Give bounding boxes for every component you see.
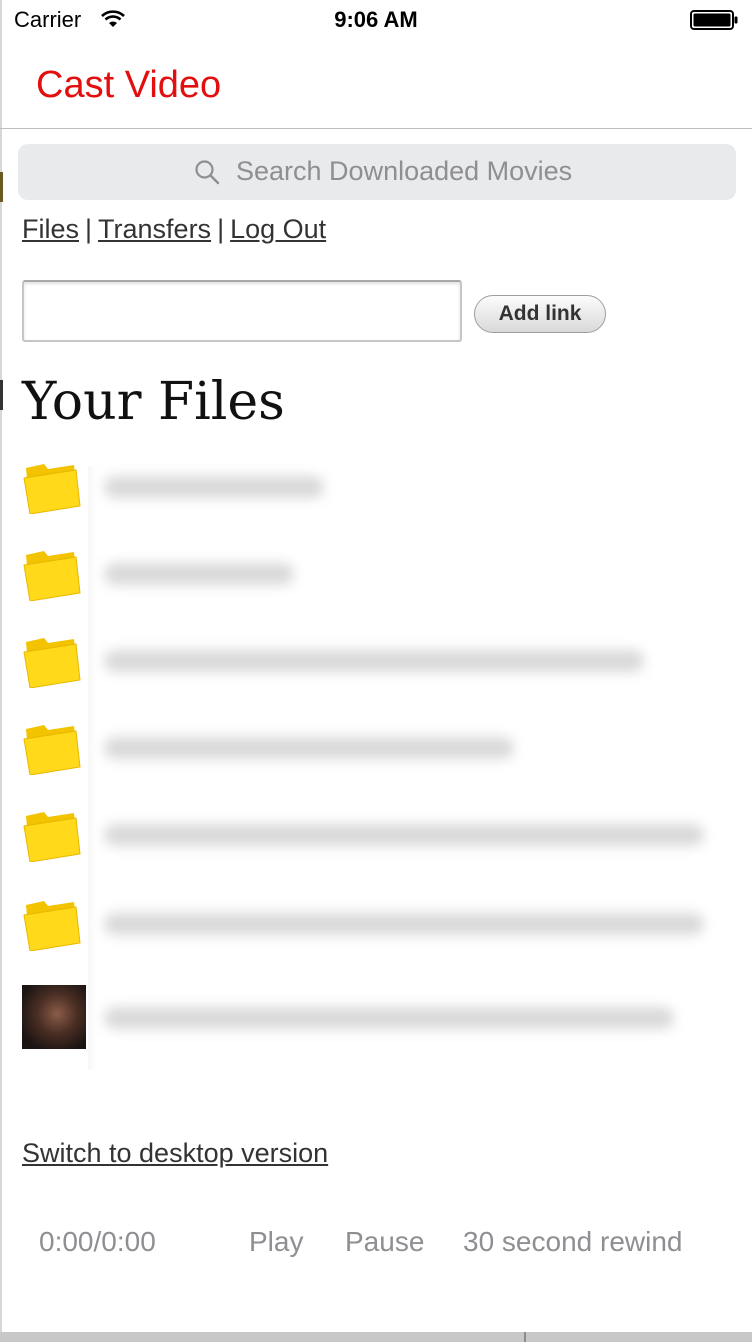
- add-link-button[interactable]: Add link: [474, 295, 606, 333]
- play-button[interactable]: Play: [249, 1226, 303, 1258]
- desktop-version-link[interactable]: Switch to desktop version: [22, 1138, 328, 1169]
- file-row-folder[interactable]: [22, 897, 722, 963]
- player-controls: 0:00/0:00 Play Pause 30 second rewind: [0, 1226, 752, 1266]
- file-name: [104, 650, 644, 672]
- folder-icon: [23, 638, 81, 688]
- file-name: [104, 913, 704, 935]
- search-icon: [195, 160, 220, 185]
- left-edge-mark: [0, 172, 3, 202]
- bottom-edge: [0, 1332, 752, 1342]
- file-row-folder[interactable]: [22, 808, 722, 874]
- file-name: [104, 563, 294, 585]
- battery-icon: [690, 10, 738, 30]
- status-bar: Carrier 9:06 AM: [0, 0, 752, 40]
- file-name: [104, 1007, 674, 1029]
- folder-icon: [23, 901, 81, 951]
- status-time: 9:06 AM: [334, 7, 418, 32]
- search-bar[interactable]: Search Downloaded Movies: [18, 144, 736, 200]
- screen: Carrier 9:06 AM Cast Video Search Downlo…: [0, 0, 752, 1342]
- link-url-input[interactable]: [22, 280, 462, 342]
- file-row-folder[interactable]: [22, 721, 722, 787]
- file-name: [104, 824, 704, 846]
- files-link[interactable]: Files: [22, 214, 79, 244]
- file-name: [104, 476, 324, 498]
- link-separator: |: [217, 214, 225, 244]
- file-row-video[interactable]: [22, 985, 722, 1051]
- logout-link[interactable]: Log Out: [230, 214, 326, 244]
- file-row-folder[interactable]: [22, 460, 722, 526]
- folder-icon: [23, 464, 81, 514]
- video-thumbnail: [22, 985, 86, 1049]
- file-row-folder[interactable]: [22, 634, 722, 700]
- nav-links: Files | Transfers | Log Out: [22, 214, 326, 245]
- link-separator: |: [85, 214, 93, 244]
- folder-icon: [23, 725, 81, 775]
- playback-time: 0:00/0:00: [39, 1226, 156, 1257]
- file-row-folder[interactable]: [22, 547, 722, 613]
- transfers-link[interactable]: Transfers: [98, 214, 211, 244]
- file-name: [104, 737, 514, 759]
- folder-icon: [23, 812, 81, 862]
- rewind-button[interactable]: 30 second rewind: [463, 1226, 682, 1258]
- search-placeholder: Search Downloaded Movies: [236, 156, 573, 186]
- page-title: Cast Video: [36, 64, 222, 106]
- nav-bar: Cast Video: [0, 40, 752, 129]
- left-edge-mark: [0, 380, 3, 410]
- pause-button[interactable]: Pause: [345, 1226, 424, 1258]
- files-heading: Your Files: [22, 372, 285, 432]
- folder-icon: [23, 551, 81, 601]
